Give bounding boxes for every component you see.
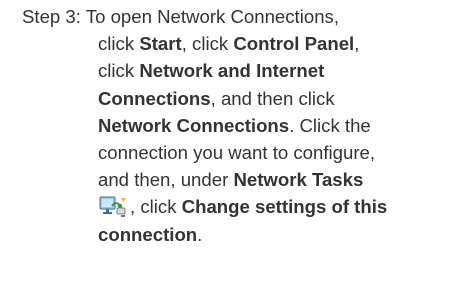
step-line-6: connection you want to configure, [98, 141, 376, 163]
step-line-2: click Start, click Control Panel, [98, 30, 368, 57]
text-segment: , click [181, 33, 234, 55]
text-segment: click [98, 60, 140, 82]
change-settings-label: Change settings of this [181, 196, 388, 218]
start-label: Start [139, 33, 182, 55]
connections-label: Connections [98, 87, 211, 109]
network-tasks-label: Network Tasks [233, 169, 364, 191]
step-line-8: , click Change settings of this [98, 193, 387, 220]
step-line-5: Network Connections. Click the [98, 112, 371, 139]
text-segment: and then, under [98, 169, 234, 191]
control-panel-label: Control Panel [233, 33, 355, 55]
network-connections-icon [98, 194, 128, 219]
step-line-4: Connections, and then click [98, 85, 368, 112]
text-segment: . Click the [289, 114, 371, 136]
text-segment: , and then click [210, 87, 335, 109]
text-segment: click [98, 33, 140, 55]
step-body: click Start, click Control Panel, click … [98, 30, 387, 248]
step-line-3: click Network and Internet [98, 57, 368, 84]
step-line-7: and then, under Network Tasks [98, 166, 368, 193]
text-segment: . [197, 223, 203, 245]
page: { "step": { "label": "Step 3:", "line1_t… [0, 0, 456, 283]
connection-label: connection [98, 223, 198, 245]
network-internet-label: Network and Internet [139, 60, 325, 82]
instruction-step: Step 3: To open Network Connections, cli… [22, 3, 452, 248]
text-segment: , [354, 33, 360, 55]
network-connections-label: Network Connections [98, 114, 290, 136]
text-segment: , click [130, 196, 182, 218]
step-label: Step 3: [22, 6, 81, 27]
step-line-1: Step 3: To open Network Connections, [22, 3, 452, 30]
step-text-intro: To open Network Connections, [85, 6, 340, 27]
step-line-9: connection. [98, 221, 368, 248]
